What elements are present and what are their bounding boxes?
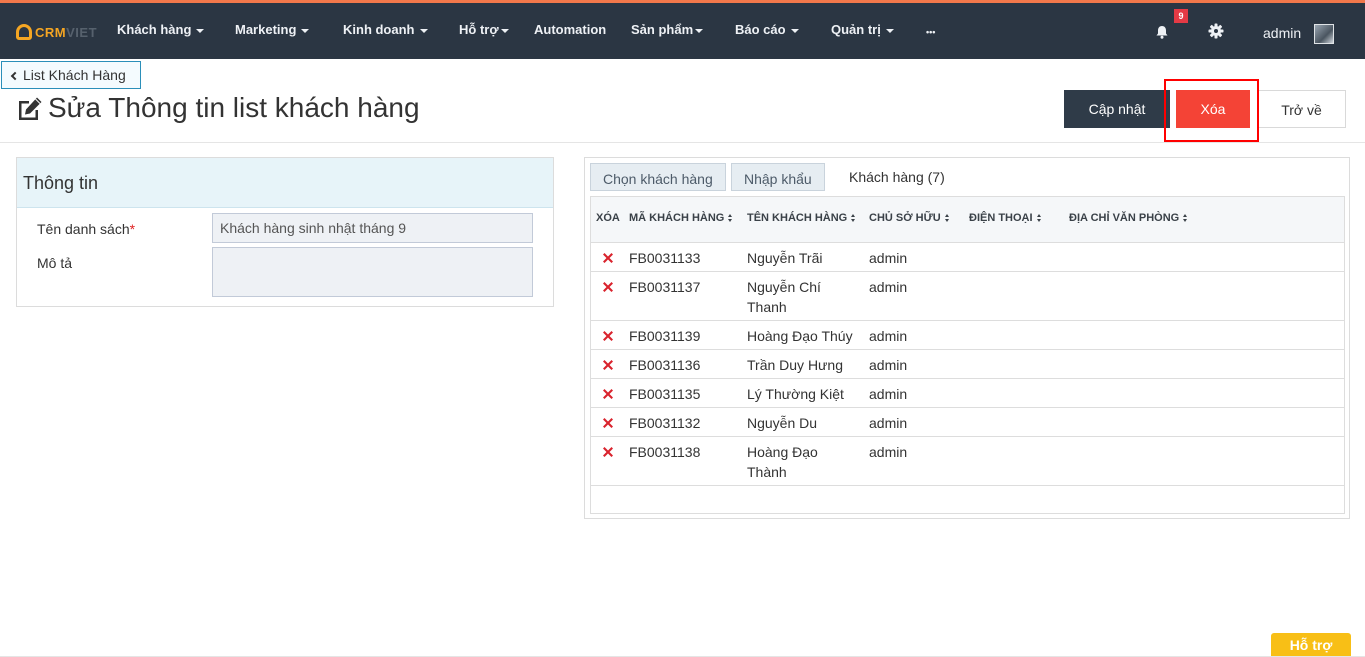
return-button[interactable]: Trở về	[1257, 90, 1346, 128]
customer-name: Lý Thường Kiệt	[747, 386, 844, 402]
customer-owner: admin	[869, 357, 908, 373]
menu-automation[interactable]: Automation	[534, 22, 606, 37]
remove-icon[interactable]	[601, 280, 615, 294]
customer-name: Hoàng Đạo Thúy	[747, 328, 853, 344]
chevron-down-icon	[500, 28, 509, 33]
edit-icon	[19, 97, 42, 120]
chevron-left-icon	[10, 71, 20, 81]
top-navbar: CRMVIET Khách hàng Marketing Kinh doanh …	[0, 0, 1365, 59]
info-panel-heading: Thông tin	[17, 158, 553, 208]
table-row: FB0031132 Nguyễn Du admin	[591, 408, 1344, 437]
sort-icon	[1183, 214, 1188, 222]
sort-icon	[851, 214, 856, 222]
table-row: FB0031136 Trần Duy Hưng admin	[591, 350, 1344, 379]
customer-name: Hoàng Đạo Thành	[747, 444, 818, 480]
description-textarea[interactable]	[212, 247, 533, 297]
avatar[interactable]	[1314, 24, 1334, 44]
menu-bao-cao[interactable]: Báo cáo	[735, 22, 799, 37]
chevron-down-icon	[790, 28, 799, 33]
menu-more[interactable]: •••	[926, 27, 935, 37]
brand-logo[interactable]: CRMVIET	[16, 23, 97, 41]
customer-owner: admin	[869, 279, 908, 295]
page-title: Sửa Thông tin list khách hàng	[48, 92, 420, 123]
tab-choose-customer[interactable]: Chọn khách hàng	[590, 163, 726, 191]
menu-khach-hang[interactable]: Khách hàng	[117, 22, 205, 37]
table-row: FB0031137 Nguyễn Chí Thanh admin	[591, 272, 1344, 321]
remove-icon[interactable]	[601, 251, 615, 265]
chevron-down-icon	[885, 28, 894, 33]
remove-icon[interactable]	[601, 445, 615, 459]
menu-san-pham[interactable]: Sản phẩm	[631, 22, 704, 37]
col-customer-name[interactable]: TÊN KHÁCH HÀNG	[747, 212, 856, 224]
header-divider	[0, 142, 1365, 143]
tab-import[interactable]: Nhập khẩu	[731, 163, 825, 191]
col-customer-code[interactable]: MÃ KHÁCH HÀNG	[629, 212, 733, 224]
menu-quan-tri[interactable]: Quản trị	[831, 22, 894, 37]
table-row: FB0031135 Lý Thường Kiệt admin	[591, 379, 1344, 408]
col-delete: XÓA	[596, 212, 620, 224]
table-row: FB0031139 Hoàng Đạo Thúy admin	[591, 321, 1344, 350]
customer-code: FB0031133	[629, 250, 701, 266]
table-row: FB0031133 Nguyễn Trãi admin	[591, 243, 1344, 272]
customer-owner: admin	[869, 328, 908, 344]
customer-code: FB0031132	[629, 415, 701, 431]
table-header: XÓA MÃ KHÁCH HÀNG TÊN KHÁCH HÀNG CHỦ SỞ …	[591, 197, 1344, 243]
customers-panel: Chọn khách hàng Nhập khẩu Khách hàng (7)…	[584, 157, 1350, 519]
remove-icon[interactable]	[601, 387, 615, 401]
customer-code: FB0031137	[629, 279, 701, 295]
customer-code: FB0031136	[629, 357, 701, 373]
chevron-down-icon	[301, 28, 310, 33]
customer-owner: admin	[869, 444, 908, 460]
table-row: FB0031138 Hoàng Đạo Thành admin	[591, 437, 1344, 486]
logo-icon	[16, 24, 32, 40]
notification-badge: 9	[1174, 9, 1188, 23]
customer-code: FB0031135	[629, 386, 701, 402]
menu-marketing[interactable]: Marketing	[235, 22, 310, 37]
chevron-down-icon	[695, 28, 704, 33]
gear-icon[interactable]	[1208, 23, 1224, 39]
user-menu[interactable]: admin	[1263, 25, 1301, 41]
customer-code: FB0031138	[629, 444, 701, 460]
col-phone[interactable]: ĐIỆN THOẠI	[969, 212, 1042, 224]
list-name-label: Tên danh sách*	[37, 221, 136, 237]
customer-owner: admin	[869, 415, 908, 431]
list-name-input[interactable]: Khách hàng sinh nhật tháng 9	[212, 213, 533, 243]
menu-kinh-doanh[interactable]: Kinh doanh	[343, 22, 428, 37]
remove-icon[interactable]	[601, 416, 615, 430]
remove-icon[interactable]	[601, 358, 615, 372]
sort-icon	[944, 214, 950, 222]
description-label: Mô tả	[37, 255, 73, 271]
delete-highlight-box	[1164, 79, 1259, 142]
tab-customers[interactable]: Khách hàng (7)	[837, 163, 957, 191]
customers-table: XÓA MÃ KHÁCH HÀNG TÊN KHÁCH HÀNG CHỦ SỞ …	[590, 196, 1345, 514]
customer-name: Nguyễn Trãi	[747, 250, 823, 266]
customer-code: FB0031139	[629, 328, 701, 344]
help-button[interactable]: Hỗ trợ	[1271, 633, 1351, 657]
col-owner[interactable]: CHỦ SỞ HỮU	[869, 212, 950, 224]
customer-name: Nguyễn Chí Thanh	[747, 279, 821, 315]
bell-icon[interactable]	[1155, 25, 1169, 39]
back-to-list-button[interactable]: List Khách Hàng	[1, 61, 141, 89]
chevron-down-icon	[419, 28, 428, 33]
remove-icon[interactable]	[601, 329, 615, 343]
sort-icon	[728, 214, 733, 222]
customer-owner: admin	[869, 386, 908, 402]
customer-name: Trần Duy Hưng	[747, 357, 843, 373]
chevron-down-icon	[196, 28, 205, 33]
sort-icon	[1036, 214, 1042, 222]
customer-name: Nguyễn Du	[747, 415, 818, 431]
info-panel: Thông tin Tên danh sách* Khách hàng sinh…	[16, 157, 554, 307]
col-office-address[interactable]: ĐỊA CHỈ VĂN PHÒNG	[1069, 212, 1188, 224]
menu-ho-tro[interactable]: Hỗ trợ	[459, 22, 509, 37]
customer-owner: admin	[869, 250, 908, 266]
update-button[interactable]: Cập nhật	[1064, 90, 1170, 128]
